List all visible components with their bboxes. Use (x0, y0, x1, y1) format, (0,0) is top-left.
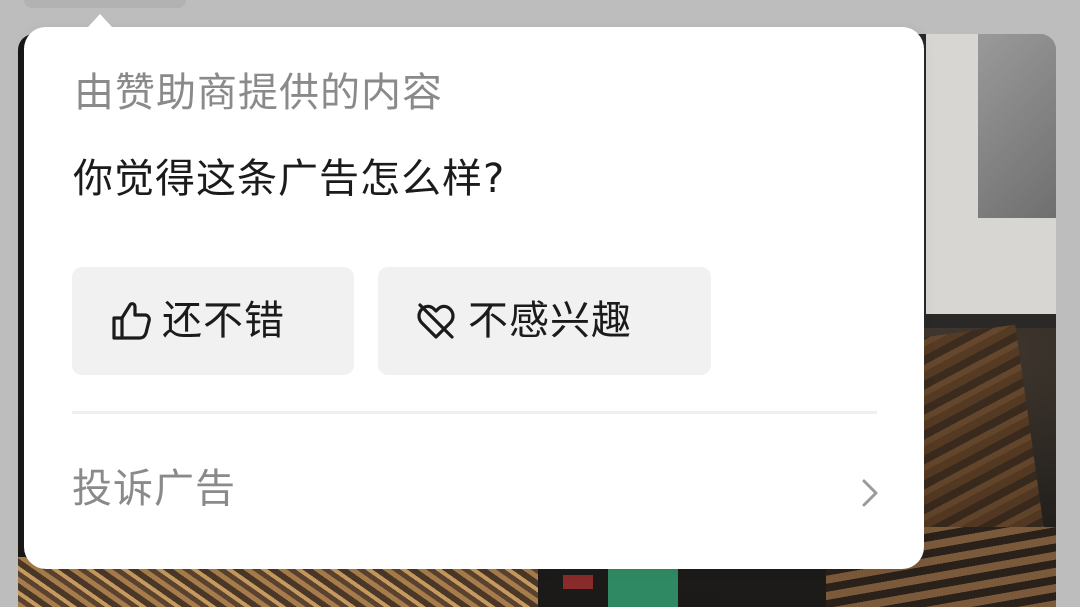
background-chip (24, 0, 186, 8)
not-interested-button[interactable]: 不感兴趣 (378, 267, 711, 375)
feedback-question: 你觉得这条广告怎么样? (73, 156, 506, 202)
like-button-label: 还不错 (162, 298, 285, 344)
thumbs-up-icon (106, 297, 154, 345)
photo-green-object (608, 569, 678, 607)
photo-frame (916, 34, 1056, 328)
heart-slash-icon (412, 297, 460, 345)
sponsor-label: 由赞助商提供的内容 (74, 70, 443, 116)
like-button[interactable]: 还不错 (72, 267, 354, 375)
popup-caret (88, 14, 112, 27)
ad-feedback-popup: 由赞助商提供的内容 你觉得这条广告怎么样? 还不错 不感兴趣 投诉广告 (24, 14, 924, 569)
chevron-right-icon (856, 476, 882, 510)
photo-red-object (563, 575, 593, 589)
report-ad-row[interactable]: 投诉广告 (24, 432, 924, 552)
report-ad-label: 投诉广告 (72, 466, 236, 512)
not-interested-label: 不感兴趣 (468, 298, 632, 344)
divider (72, 411, 877, 414)
